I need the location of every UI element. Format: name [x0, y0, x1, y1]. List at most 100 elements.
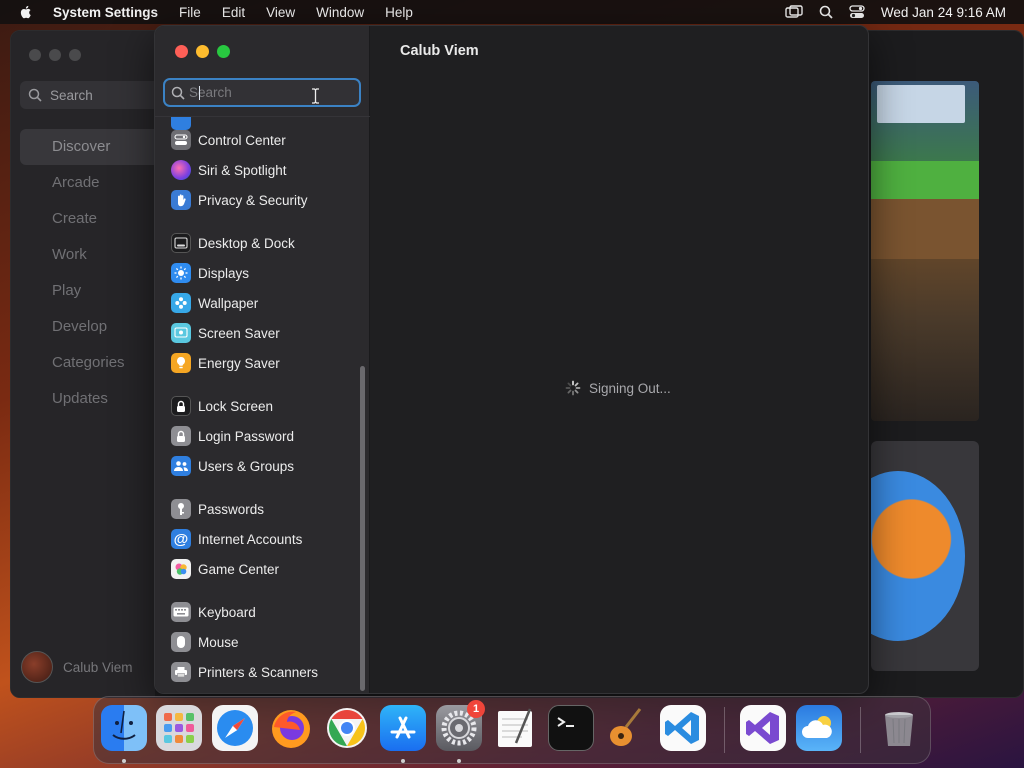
- sidebar-item-label: Energy Saver: [198, 355, 280, 371]
- lock-icon: [171, 396, 191, 416]
- background-search-field[interactable]: Search: [20, 81, 170, 109]
- dock-separator: [724, 707, 725, 753]
- dock-icon: [171, 233, 191, 253]
- sidebar-item-mouse[interactable]: Mouse: [171, 630, 239, 654]
- minimize-button[interactable]: [196, 45, 209, 58]
- app-store-icon: [390, 716, 416, 739]
- apple-logo-icon[interactable]: [18, 4, 34, 20]
- page-title: Calub Viem: [400, 43, 479, 59]
- bg-nav-work[interactable]: Work: [20, 237, 170, 273]
- dock: [93, 696, 931, 764]
- background-user-account[interactable]: Calub Viem: [21, 651, 133, 683]
- sidebar-item-label: Internet Accounts: [198, 531, 303, 547]
- background-user-name: Calub Viem: [63, 659, 133, 675]
- search-icon: [28, 88, 42, 102]
- dock-finder[interactable]: [101, 705, 147, 751]
- bg-nav-categories[interactable]: Categories: [20, 345, 170, 381]
- sidebar-item-wallpaper[interactable]: Wallpaper: [171, 291, 258, 315]
- vscode-icon: [665, 712, 699, 744]
- sidebar-item-passwords[interactable]: Passwords: [171, 497, 264, 521]
- lock-icon: [171, 426, 191, 446]
- menu-view[interactable]: View: [266, 5, 295, 20]
- sun-icon: [171, 263, 191, 283]
- sidebar-item-label: Screen Saver: [198, 325, 280, 341]
- sidebar-item-printers-scanners[interactable]: Printers & Scanners: [171, 660, 318, 684]
- dock-chrome[interactable]: [324, 705, 370, 751]
- sidebar-item-label: Keyboard: [198, 604, 256, 620]
- menu-edit[interactable]: Edit: [222, 5, 245, 20]
- sidebar-item-login-password[interactable]: Login Password: [171, 424, 294, 448]
- terminal-icon: [557, 717, 574, 727]
- sidebar-item-screen-saver[interactable]: Screen Saver: [171, 321, 280, 345]
- bg-nav-discover[interactable]: Discover: [20, 129, 170, 165]
- sidebar-item-keyboard[interactable]: Keyboard: [171, 600, 256, 624]
- bg-nav-play[interactable]: Play: [20, 273, 170, 309]
- status-text: Signing Out...: [589, 380, 671, 396]
- bg-nav-develop[interactable]: Develop: [20, 309, 170, 345]
- sidebar-item-label: Login Password: [198, 428, 295, 444]
- dock-trash[interactable]: [876, 705, 922, 751]
- background-window-controls: [29, 49, 81, 61]
- dock-app-store[interactable]: [380, 705, 426, 751]
- featured-card-globe[interactable]: [871, 441, 979, 671]
- sidebar-item-control-center[interactable]: Control Center: [171, 128, 286, 152]
- text-caret: [199, 86, 200, 100]
- dock-weather[interactable]: [796, 705, 842, 751]
- menu-app-name[interactable]: System Settings: [53, 5, 158, 20]
- dock-textedit[interactable]: [492, 705, 538, 751]
- sidebar-item-siri-spotlight[interactable]: Siri & Spotlight: [171, 158, 287, 182]
- screen-saver-icon: [171, 323, 191, 343]
- running-indicator: [122, 759, 126, 763]
- sidebar-item-label: Lock Screen: [198, 398, 274, 414]
- sidebar-item-label: Siri & Spotlight: [198, 162, 287, 178]
- printer-icon: [171, 662, 191, 682]
- hand-icon: [171, 190, 191, 210]
- dock-visual-studio[interactable]: [740, 705, 786, 751]
- sidebar-item-game-center[interactable]: Game Center: [171, 557, 279, 581]
- sidebar-item-desktop-dock[interactable]: Desktop & Dock: [171, 231, 295, 255]
- dock-vscode[interactable]: [660, 705, 706, 751]
- menu-clock[interactable]: Wed Jan 24 9:16 AM: [881, 5, 1006, 20]
- featured-card-image[interactable]: [871, 81, 979, 421]
- settings-search-field[interactable]: [163, 78, 361, 107]
- sidebar-scrollbar[interactable]: [360, 366, 365, 691]
- signing-out-status: Signing Out...: [565, 380, 671, 396]
- at-icon: @: [171, 529, 191, 549]
- sidebar-item-energy-saver[interactable]: Energy Saver: [171, 351, 280, 375]
- sidebar-item-displays[interactable]: Displays: [171, 261, 249, 285]
- keyboard-icon: [171, 602, 191, 622]
- control-center-icon[interactable]: [849, 5, 865, 19]
- flower-icon: [171, 293, 191, 313]
- zoom-button[interactable]: [217, 45, 230, 58]
- menu-bar: System Settings File Edit View Window He…: [0, 0, 1024, 24]
- dock-safari[interactable]: [212, 705, 258, 751]
- sidebar-item-lock-screen[interactable]: Lock Screen: [171, 394, 273, 418]
- cloud-icon: [802, 716, 832, 738]
- dock-terminal[interactable]: [548, 705, 594, 751]
- close-button[interactable]: [175, 45, 188, 58]
- sidebar-item-internet-accounts[interactable]: @ Internet Accounts: [171, 527, 302, 551]
- dock-firefox[interactable]: [268, 705, 314, 751]
- sidebar-item-label: Game Center: [198, 561, 280, 577]
- screen-mirroring-icon[interactable]: [785, 5, 803, 19]
- safari-icon: [217, 710, 253, 746]
- background-search-placeholder: Search: [50, 87, 93, 103]
- firefox-icon: [272, 710, 310, 748]
- dock-launchpad[interactable]: [156, 705, 202, 751]
- trash-icon: [885, 712, 913, 746]
- bg-nav-create[interactable]: Create: [20, 201, 170, 237]
- menu-window[interactable]: Window: [316, 5, 364, 20]
- menu-help[interactable]: Help: [385, 5, 413, 20]
- bg-nav-arcade[interactable]: Arcade: [20, 165, 170, 201]
- spotlight-search-icon[interactable]: [819, 5, 833, 19]
- window-controls: [175, 45, 230, 58]
- menu-file[interactable]: File: [179, 5, 201, 20]
- mouse-icon: [171, 632, 191, 652]
- sidebar-item-label: Mouse: [198, 634, 239, 650]
- bg-nav-updates[interactable]: Updates: [20, 381, 170, 417]
- sidebar-item-users-groups[interactable]: Users & Groups: [171, 454, 294, 478]
- sidebar-item-privacy-security[interactable]: Privacy & Security: [171, 188, 308, 212]
- sidebar-item-label: Printers & Scanners: [198, 664, 319, 680]
- dock-separator: [860, 707, 861, 753]
- dock-garageband[interactable]: [604, 705, 650, 751]
